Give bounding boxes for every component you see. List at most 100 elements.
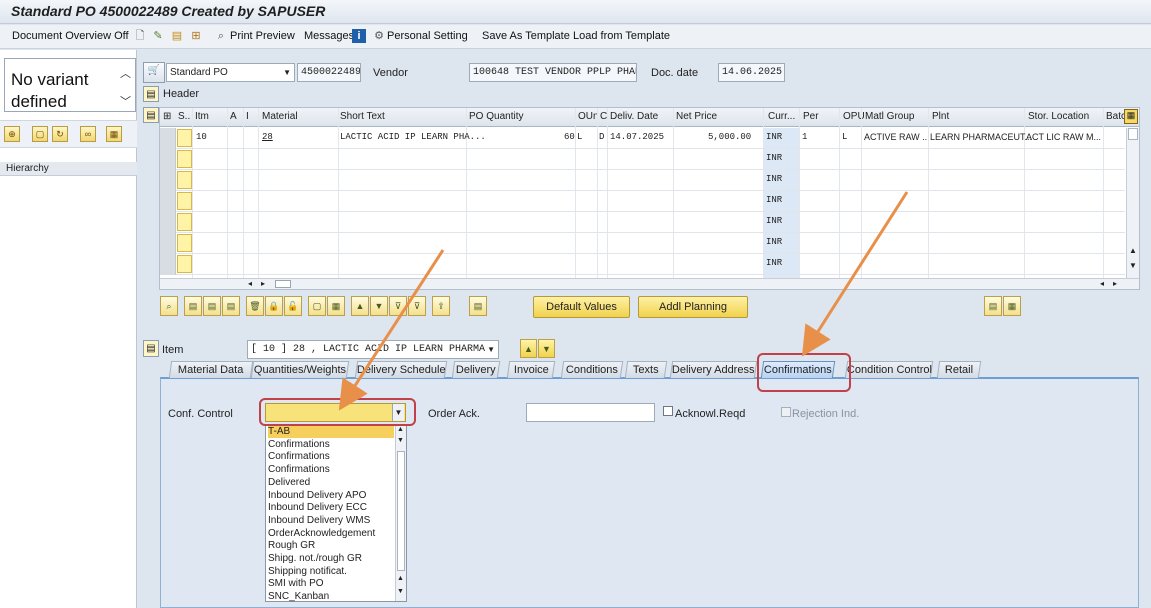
select-all-icon[interactable]: ⊞ <box>163 111 171 122</box>
list-icon[interactable]: ▤ <box>203 296 221 316</box>
cell-opu[interactable]: L <box>842 132 847 142</box>
table-row[interactable]: 10 28 LACTIC ACID IP LEARN PHA... 60 L D… <box>160 128 1125 149</box>
list-item[interactable]: Confirmations <box>268 438 330 451</box>
list-item[interactable]: Confirmations <box>268 463 330 476</box>
col-matl-group[interactable]: Matl Group <box>865 111 914 122</box>
scroll-right-icon[interactable]: ▸ <box>261 279 265 288</box>
document-type-select[interactable]: Standard PO ▼ <box>166 63 295 82</box>
col-i[interactable]: I <box>246 111 249 122</box>
col-material[interactable]: Material <box>262 111 298 122</box>
list-item[interactable]: Shipping notificat. <box>268 565 347 578</box>
cell-net-price[interactable]: 5,000.00 <box>708 132 751 142</box>
item-detail-icon[interactable]: ▤ <box>143 340 159 357</box>
layout-list-icon[interactable]: ▤ <box>469 296 487 316</box>
tab-condition-control[interactable]: Condition Control <box>844 361 934 378</box>
unlock-icon[interactable]: 🔓 <box>284 296 302 316</box>
list-item[interactable]: T-AB <box>268 425 394 438</box>
row-selector[interactable] <box>160 191 176 212</box>
layout-icon[interactable]: ▦ <box>106 126 122 142</box>
table-row[interactable]: INR <box>160 149 1125 170</box>
new-document-icon[interactable]: 🗋 <box>133 29 147 43</box>
info-icon[interactable]: i <box>352 29 366 43</box>
col-net-price[interactable]: Net Price <box>676 111 717 122</box>
add-details-icon[interactable]: ▤ <box>184 296 202 316</box>
cell-quantity[interactable]: 60 <box>564 132 575 142</box>
status-cell[interactable] <box>177 129 192 147</box>
load-from-template-button[interactable]: Load from Template <box>573 30 670 42</box>
chevron-up-icon[interactable]: ︿ <box>120 65 131 81</box>
col-a[interactable]: A <box>230 111 237 122</box>
table-row[interactable]: INR <box>160 212 1125 233</box>
col-currency[interactable]: Curr... <box>768 111 795 122</box>
col-oun[interactable]: OUn <box>578 111 599 122</box>
cell-currency[interactable]: INR <box>766 132 782 142</box>
cell-currency[interactable]: INR <box>766 237 782 247</box>
tab-texts[interactable]: Texts <box>624 361 668 378</box>
item-select[interactable]: [ 10 ] 28 , LACTIC ACID IP LEARN PHARMA ▼ <box>247 340 499 359</box>
cell-per[interactable]: 1 <box>802 132 807 142</box>
filter-icon[interactable]: ⊽ <box>389 296 407 316</box>
scroll-left-end-icon[interactable]: ◂ <box>1100 279 1104 288</box>
other-document-icon[interactable]: ▤ <box>170 29 184 43</box>
cell-deliv-date[interactable]: 14.07.2025 <box>610 132 664 142</box>
cell-material[interactable]: 28 <box>262 132 273 142</box>
tab-delivery[interactable]: Delivery <box>451 361 501 378</box>
scroll-down-icon[interactable]: ▼ <box>1129 261 1137 270</box>
chevron-down-icon[interactable]: ﹀ <box>120 93 131 109</box>
list-item[interactable]: Inbound Delivery APO <box>268 489 366 502</box>
save-as-template-button[interactable]: Save As Template <box>482 30 570 42</box>
config-icon[interactable]: ▤ <box>984 296 1002 316</box>
status-cell[interactable] <box>177 213 192 231</box>
scroll-up-icon[interactable]: ▲ <box>397 575 404 582</box>
messages-button[interactable]: Messages <box>304 30 354 42</box>
table-row[interactable]: INR <box>160 233 1125 254</box>
item-overview-icon[interactable]: ▤ <box>143 107 159 123</box>
status-cell[interactable] <box>177 192 192 210</box>
print-list-icon[interactable]: ▤ <box>222 296 240 316</box>
list-item[interactable]: SMI with PO <box>268 577 324 590</box>
addl-planning-button[interactable]: Addl Planning <box>638 296 748 318</box>
row-selector[interactable] <box>160 149 176 170</box>
vendor-field[interactable]: 100648 TEST VENDOR PPLP PHARMA <box>469 63 637 82</box>
tab-retail[interactable]: Retail <box>936 361 982 378</box>
status-cell[interactable] <box>177 150 192 168</box>
doc-date-field[interactable]: 14.06.2025 <box>718 63 785 82</box>
copy-row-icon[interactable]: ▢ <box>308 296 326 316</box>
list-item[interactable]: Delivered <box>268 476 310 489</box>
cell-short-text[interactable]: LACTIC ACID IP LEARN PHA... <box>340 132 486 142</box>
col-po-quantity[interactable]: PO Quantity <box>469 111 523 122</box>
previous-item-icon[interactable]: ▲ <box>520 339 537 358</box>
list-item[interactable]: OrderAcknowledgement <box>268 527 375 540</box>
lock-icon[interactable]: 🔒 <box>265 296 283 316</box>
cell-matl-group[interactable]: ACTIVE RAW .. <box>864 132 927 142</box>
scroll-down-icon[interactable]: ▼ <box>397 588 404 595</box>
cell-currency[interactable]: INR <box>766 153 782 163</box>
filter-settings-icon[interactable]: ⊽ <box>408 296 426 316</box>
list-item[interactable]: Shipg. not./rough GR <box>268 552 362 565</box>
col-item[interactable]: Itm <box>195 111 209 122</box>
hierarchy-icon[interactable]: ⊕ <box>4 126 20 142</box>
dropdown-scrollbar[interactable]: ▲ ▼ ▲ ▼ <box>395 425 406 601</box>
column-settings-icon[interactable]: ▦ <box>1124 109 1138 124</box>
scroll-down-icon[interactable]: ▼ <box>397 437 404 444</box>
sort-desc-icon[interactable]: ▼ <box>370 296 388 316</box>
tab-quantities-weights[interactable]: Quantities/Weights <box>250 361 350 378</box>
list-item[interactable]: Inbound Delivery ECC <box>268 501 367 514</box>
tab-conditions[interactable]: Conditions <box>560 361 624 378</box>
col-stor-location[interactable]: Stor. Location <box>1028 111 1089 122</box>
tab-delivery-schedule[interactable]: Delivery Schedule <box>354 361 448 378</box>
tab-delivery-address[interactable]: Delivery Address <box>669 361 758 378</box>
col-batch[interactable]: Batc <box>1106 111 1126 122</box>
binoculars-icon[interactable]: ∞ <box>80 126 96 142</box>
list-item[interactable]: SNC_Kanban <box>268 590 329 603</box>
personal-setting-button[interactable]: Personal Setting <box>387 30 468 42</box>
row-selector[interactable] <box>160 254 176 275</box>
delete-icon[interactable]: 🗑 <box>246 296 264 316</box>
table-row[interactable]: INR <box>160 170 1125 191</box>
cell-currency[interactable]: INR <box>766 195 782 205</box>
cart-icon[interactable]: 🛒 <box>143 62 165 83</box>
list-item[interactable]: Confirmations <box>268 450 330 463</box>
refresh-icon[interactable]: ↻ <box>52 126 68 142</box>
copy-icon[interactable]: ▢ <box>32 126 48 142</box>
col-short-text[interactable]: Short Text <box>340 111 385 122</box>
